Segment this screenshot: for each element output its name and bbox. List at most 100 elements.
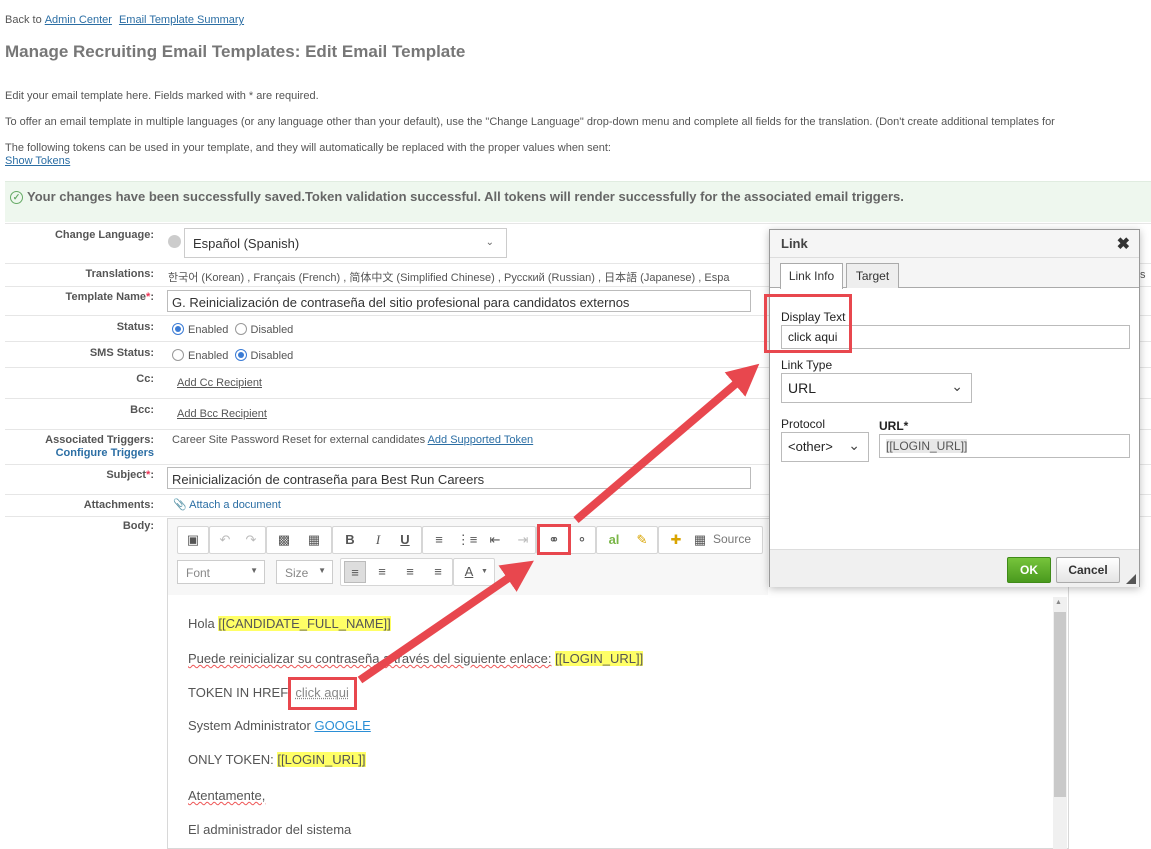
sms-enabled-radio[interactable] [172,349,184,361]
google-link[interactable]: GOOGLE [314,718,370,733]
email-template-summary-link[interactable]: Email Template Summary [119,14,244,26]
table-icon[interactable]: ▦ [303,529,325,551]
protocol-label: Protocol [781,417,826,431]
status-label: Status: [116,321,154,333]
body-line-sysadmin: System Administrator GOOGLE [188,718,371,733]
globe-icon [168,235,181,248]
template-name-label: Template Name*: [65,291,154,303]
triggers-value: Career Site Password Reset for external … [172,434,533,446]
sms-disabled-label: Disabled [250,350,294,362]
page-title: Manage Recruiting Email Templates: Edit … [5,42,466,61]
size-combo[interactable]: Size ▼ [276,560,333,584]
redo-icon[interactable]: ↷ [240,529,262,551]
status-enabled-radio[interactable] [172,323,184,335]
scroll-up-icon[interactable]: ▲ [1055,599,1062,606]
language-select-value: Español (Spanish) [193,236,300,251]
indent-icon[interactable]: ⇥ [512,529,534,551]
source-icon[interactable]: ▦ [689,529,711,551]
status-options: Enabled Disabled [172,323,293,336]
intro-tokens-text: The following tokens can be used in your… [5,142,611,154]
translations-value: 한국어 (Korean) , Français (French) , 简体中文 … [168,272,730,284]
annotation-box-display-text [764,294,852,353]
highlight-icon[interactable]: ✎ [631,529,653,551]
text-color-icon[interactable]: A [458,561,480,583]
numbered-list-icon[interactable]: ≡ [428,529,450,551]
subject-input[interactable]: Reinicialización de contraseña para Best… [167,467,751,489]
add-cc-link[interactable]: Add Cc Recipient [177,377,262,389]
align-right-icon[interactable]: ≡ [399,561,421,583]
status-enabled-label: Enabled [188,324,229,336]
triggers-text: Career Site Password Reset for external … [172,434,426,446]
tab-link-info[interactable]: Link Info [780,263,843,289]
unlink-icon[interactable]: ⚬ [571,529,593,551]
font-combo[interactable]: Font ▼ [177,560,265,584]
url-input[interactable]: [[LOGIN_URL]] [879,434,1130,458]
add-supported-token-link[interactable]: Add Supported Token [428,434,534,446]
dialog-title: Link [781,236,808,251]
resize-handle-icon[interactable] [1126,574,1136,584]
link-type-label: Link Type [781,358,833,372]
tab-target[interactable]: Target [846,263,899,288]
outdent-icon[interactable]: ⇤ [484,529,506,551]
sms-status-label: SMS Status: [89,347,154,359]
align-left-icon[interactable]: ≡ [344,561,366,583]
italic-icon[interactable]: I [367,529,389,551]
check-circle-icon: ✓ [10,191,23,204]
editor-content[interactable]: Hola [[CANDIDATE_FULL_NAME]] Puede reini… [168,596,1054,849]
annotation-box-link-button [537,524,571,555]
login-url-token: [[LOGIN_URL]] [555,651,644,666]
underline-icon[interactable]: U [394,529,416,551]
url-label: URL* [879,419,909,433]
image-icon[interactable]: ▩ [273,529,295,551]
subject-label: Subject*: [106,469,154,481]
body-line-only-token: ONLY TOKEN: [[LOGIN_URL]] [188,752,366,767]
associated-triggers-label: Associated Triggers: [45,434,154,446]
add-bcc-link[interactable]: Add Bcc Recipient [177,408,267,420]
align-center-icon[interactable]: ≡ [371,561,393,583]
attach-document-link[interactable]: 📎 Attach a document [173,498,281,511]
spellcheck-icon[interactable]: al [603,529,625,551]
cc-label: Cc: [136,373,154,385]
show-tokens-link[interactable]: Show Tokens [5,155,70,167]
success-message-text: Your changes have been successfully save… [27,189,904,204]
sms-enabled-label: Enabled [188,350,229,362]
chevron-down-icon: ⌄ [951,378,963,394]
configure-triggers-link[interactable]: Configure Triggers [5,447,160,459]
token-insert-icon[interactable]: ✚ [665,529,687,551]
status-disabled-radio[interactable] [234,323,247,335]
dialog-header[interactable]: Link ✖ [770,230,1139,258]
sms-disabled-radio[interactable] [234,349,247,361]
intro-required-text: Edit your email template here. Fields ma… [5,90,319,102]
justify-icon[interactable]: ≡ [427,561,449,583]
breadcrumb: Back to Admin Center Email Template Summar… [5,14,248,26]
ok-button[interactable]: OK [1007,557,1051,583]
preview-icon[interactable]: ▣ [182,529,204,551]
status-disabled-label: Disabled [250,324,294,336]
candidate-name-token: [[CANDIDATE_FULL_NAME]] [218,616,391,631]
admin-center-link[interactable]: Admin Center [45,14,112,26]
undo-icon[interactable]: ↶ [214,529,236,551]
editor-scroll-thumb[interactable] [1054,612,1066,797]
bullet-list-icon[interactable]: ⋮≡ [456,529,478,551]
text-color-caret-icon[interactable]: ▼ [481,568,488,575]
translations-label: Translations: [85,268,154,280]
bcc-label: Bcc: [130,404,154,416]
source-button[interactable]: Source [713,532,751,546]
success-message: ✓ Your changes have been successfully sav… [5,181,1151,222]
cancel-button[interactable]: Cancel [1056,557,1120,583]
language-select[interactable]: Español (Spanish) ⌄ [184,228,507,258]
change-language-label: Change Language: [54,229,154,241]
template-name-input[interactable]: G. Reinicialización de contraseña del si… [167,290,751,312]
close-icon[interactable]: ✖ [1117,234,1130,254]
chevron-down-icon: ⌄ [848,437,860,453]
editor-toolbar: ▣ ↶ ↷ ▩ ▦ B I U ≡ ⋮≡ ⇤ ⇥ ⚭ ⚬ al ✎ ✚ ▦ So… [168,519,768,595]
body-line-reset: Puede reinicializar su contraseña a trav… [188,651,644,666]
chevron-down-icon: ⌄ [485,237,494,248]
attachments-label: Attachments: [83,499,154,511]
link-dialog: Link ✖ Link Info Target Display Text cli… [769,229,1140,587]
protocol-select[interactable]: <other> ⌄ [781,432,869,462]
login-url-token-2: [[LOGIN_URL]] [277,752,366,767]
bold-icon[interactable]: B [339,529,361,551]
annotation-box-click-aqui [288,677,357,710]
link-type-select[interactable]: URL ⌄ [781,373,972,403]
